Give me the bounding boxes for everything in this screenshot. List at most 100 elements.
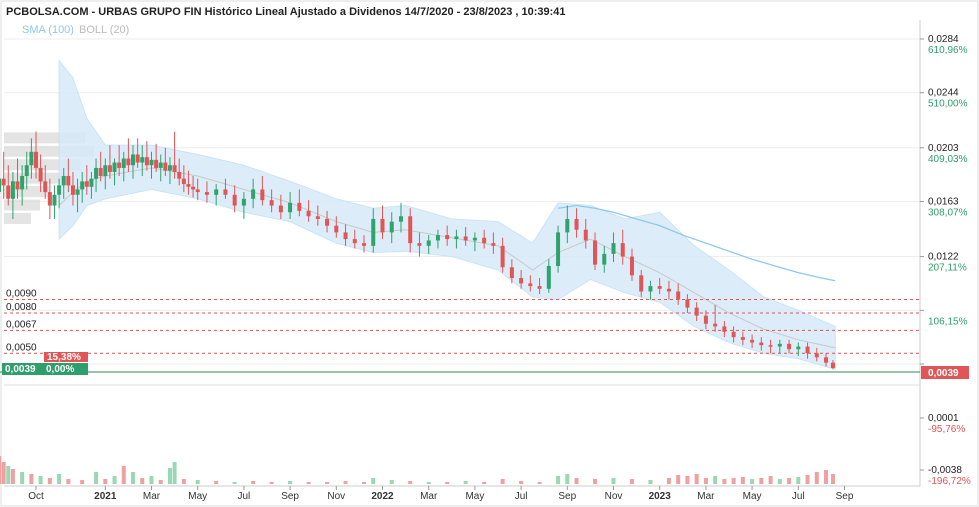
candle-body-104 (703, 315, 708, 324)
candle-body-102 (685, 299, 690, 308)
candle-body-13 (29, 151, 34, 166)
volume-bar-15 (66, 479, 71, 484)
candle-body-108 (740, 337, 745, 340)
candle-body-34 (126, 158, 131, 166)
candle-body-37 (140, 157, 145, 163)
candle-body-42 (163, 162, 168, 171)
volume-bar-36 (343, 481, 348, 484)
candle-body-73 (417, 243, 422, 246)
candle-body-26 (89, 178, 94, 187)
volume-bar-23 (149, 476, 154, 484)
volume-bar-71 (814, 472, 819, 484)
volume-bar-43 (463, 481, 468, 484)
volume-bar-13 (47, 478, 52, 484)
candle-body-114 (796, 346, 801, 350)
candle-body-91 (583, 229, 588, 241)
candle-body-18 (52, 194, 57, 206)
candle-body-17 (47, 192, 52, 206)
candle-body-16 (43, 181, 48, 193)
volume-bar-16 (80, 480, 85, 484)
x-tick-label-11: Sep (558, 491, 576, 502)
volume-bar-34 (306, 482, 311, 484)
volume-bar-28 (195, 480, 200, 484)
volume-bar-14 (57, 474, 62, 484)
y-tick-pct-1: 510,00% (928, 99, 968, 110)
volume-bar-25 (167, 468, 172, 484)
candle-body-11 (20, 175, 25, 190)
candle-body-95 (620, 243, 625, 257)
candle-body-25 (84, 181, 89, 187)
volume-bar-69 (796, 477, 801, 484)
candle-body-72 (408, 216, 413, 244)
candle-body-38 (144, 157, 149, 166)
legend-sma[interactable]: SMA (100) (22, 24, 74, 36)
candle-body-14 (34, 151, 38, 168)
candle-body-40 (154, 159, 159, 168)
candle-body-20 (61, 175, 66, 186)
volume-bar-37 (362, 482, 367, 484)
volume-bar-52 (611, 478, 616, 484)
volume-bar-17 (94, 472, 99, 484)
candle-body-99 (657, 286, 662, 289)
candle-body-57 (269, 200, 274, 206)
legend-boll[interactable]: BOLL (20) (79, 24, 129, 36)
candle-body-50 (204, 192, 209, 195)
x-tick-label-15: May (743, 491, 762, 502)
volume-bar-72 (824, 470, 829, 484)
volume-bar-30 (232, 482, 237, 484)
level-label-0: 0,0090 (6, 289, 37, 300)
candle-body-109 (750, 339, 755, 343)
y-tick-pct-4: 207,11% (928, 263, 967, 274)
x-tick-label-14: Mar (697, 491, 715, 502)
y-tick-pct-5: 106,15% (928, 316, 968, 327)
x-tick-label-3: May (188, 491, 207, 502)
candle-body-77 (454, 236, 459, 240)
candle-body-47 (186, 184, 191, 187)
volume-bar-18 (103, 479, 108, 484)
candle-body-60 (297, 202, 302, 211)
volume-bar-10 (20, 472, 25, 484)
candle-body-86 (537, 286, 542, 289)
candle-body-63 (325, 218, 330, 226)
volume-bar-24 (158, 480, 163, 484)
candle-body-36 (135, 154, 140, 163)
candle-body-51 (214, 189, 219, 195)
candle-body-35 (131, 154, 136, 166)
candle-body-64 (334, 225, 339, 233)
candle-body-118 (830, 362, 835, 369)
volume-bar-65 (759, 478, 764, 484)
candle-body-87 (546, 265, 551, 289)
vol-tick-pct-1: -196,72% (928, 476, 971, 487)
candle-body-83 (509, 267, 514, 279)
candle-body-71 (398, 216, 403, 222)
candle-body-6 (0, 178, 2, 193)
x-tick-label-13: 2023 (649, 491, 672, 502)
volume-bar-44 (482, 482, 487, 484)
volume-bar-47 (537, 482, 542, 484)
candle-body-89 (565, 218, 570, 233)
candle-body-19 (57, 185, 62, 195)
candle-body-55 (251, 189, 256, 199)
candle-body-82 (500, 245, 505, 268)
volume-bar-35 (325, 482, 330, 484)
chart-title: PCBOLSA.COM - URBAS GRUPO FIN Histórico … (6, 6, 566, 18)
candle-body-92 (593, 240, 598, 265)
volume-bar-38 (371, 478, 376, 484)
candle-body-65 (343, 232, 348, 240)
candle-body-111 (768, 345, 773, 347)
candle-body-107 (731, 331, 736, 338)
candle-body-32 (117, 162, 122, 168)
volume-bar-27 (181, 479, 186, 484)
candle-body-62 (315, 216, 320, 219)
candle-body-24 (80, 181, 85, 190)
candle-body-61 (306, 210, 311, 217)
candle-body-70 (389, 221, 394, 233)
level-label-3: 0,0050 (6, 342, 37, 353)
volume-bar-61 (722, 479, 727, 484)
level-label-2: 0,0067 (6, 319, 37, 330)
volume-bar-22 (140, 478, 145, 484)
candle-body-88 (556, 232, 561, 266)
candle-body-48 (191, 186, 196, 190)
candle-body-105 (713, 323, 718, 327)
candle-body-22 (70, 185, 75, 195)
